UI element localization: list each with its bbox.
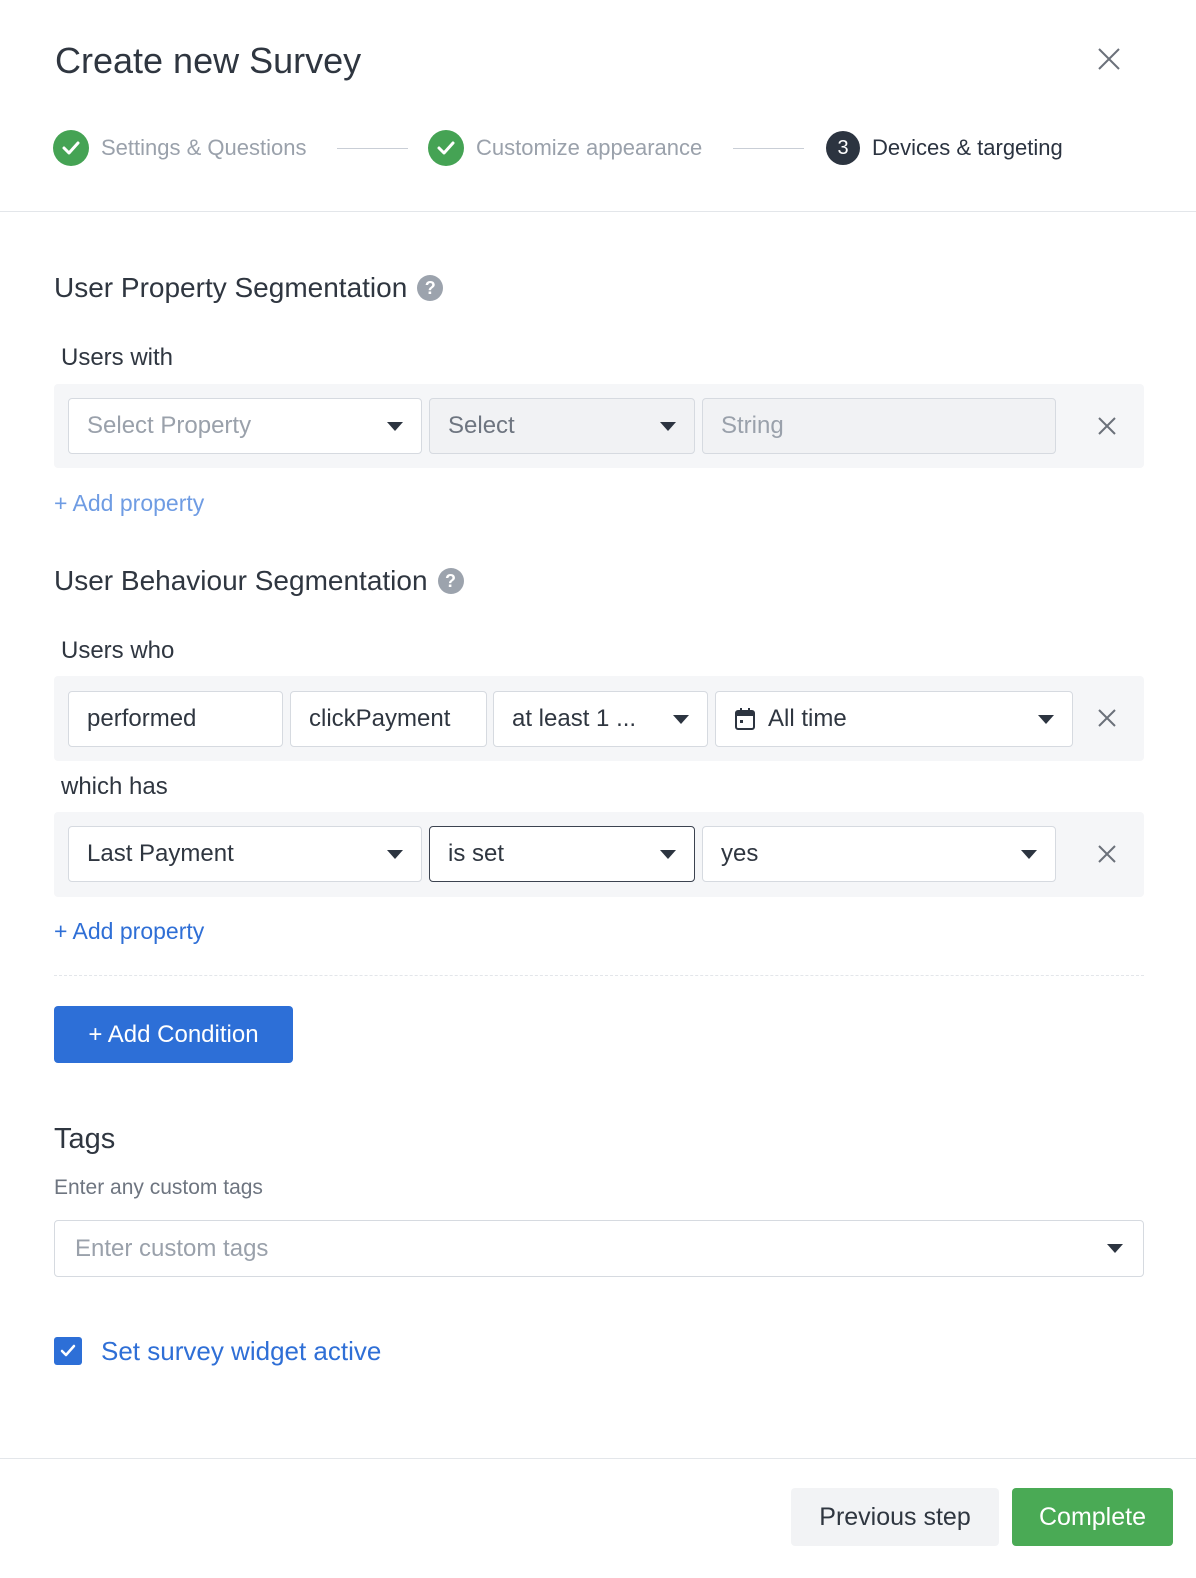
caret-down-icon <box>1107 1244 1123 1253</box>
event-property-dropdown[interactable]: Last Payment <box>68 826 422 882</box>
tags-placeholder: Enter custom tags <box>75 1234 269 1262</box>
property-segmentation-title: User Property Segmentation ? <box>54 272 444 304</box>
event-field[interactable]: clickPayment <box>290 691 487 747</box>
remove-which-has-close-icon[interactable] <box>1096 843 1118 865</box>
tags-title: Tags <box>54 1123 116 1155</box>
operator-text: Select <box>448 412 515 439</box>
modal-title: Create new Survey <box>55 40 362 81</box>
check-icon <box>428 130 464 166</box>
frequency-dropdown[interactable]: at least 1 ... <box>493 691 708 747</box>
tags-input[interactable]: Enter custom tags <box>54 1220 1144 1277</box>
tags-subtitle: Enter any custom tags <box>54 1176 263 1199</box>
which-has-label: which has <box>61 773 168 800</box>
step-connector <box>733 148 804 149</box>
caret-down-icon <box>1038 714 1054 724</box>
add-event-property-link[interactable]: + Add property <box>54 918 204 945</box>
footer-divider <box>0 1458 1196 1459</box>
step-settings-questions[interactable]: Settings & Questions <box>53 128 306 168</box>
active-checkbox[interactable] <box>54 1337 82 1365</box>
action-text: performed <box>87 705 197 732</box>
caret-down-icon <box>660 849 676 859</box>
step-devices-targeting[interactable]: 3 Devices & targeting <box>826 128 1063 168</box>
checkbox-check-icon <box>60 1344 76 1357</box>
step-label: Devices & targeting <box>872 135 1063 160</box>
active-checkbox-label[interactable]: Set survey widget active <box>101 1336 381 1367</box>
users-who-label: Users who <box>61 637 175 664</box>
caret-down-icon <box>660 421 676 431</box>
event-operator-text: is set <box>448 840 505 867</box>
help-icon[interactable]: ? <box>437 568 464 594</box>
value-input[interactable]: String <box>702 398 1056 454</box>
step-customize-appearance[interactable]: Customize appearance <box>428 128 702 168</box>
header-divider <box>0 211 1196 212</box>
caret-down-icon <box>1021 849 1037 859</box>
time-range-dropdown[interactable]: All time <box>715 691 1073 747</box>
select-property-text: Select Property <box>87 412 252 439</box>
previous-step-button[interactable]: Previous step <box>791 1488 999 1546</box>
step-connector <box>337 148 408 149</box>
add-property-link[interactable]: + Add property <box>54 490 204 517</box>
section-title-text: User Behaviour Segmentation <box>54 565 428 596</box>
operator-dropdown[interactable]: Select <box>429 398 695 454</box>
select-property-dropdown[interactable]: Select Property <box>68 398 422 454</box>
event-property-text: Last Payment <box>87 840 234 867</box>
help-icon[interactable]: ? <box>417 275 444 301</box>
section-divider <box>54 975 1144 976</box>
frequency-text: at least 1 ... <box>512 705 637 732</box>
remove-behaviour-close-icon[interactable] <box>1096 707 1118 729</box>
event-text: clickPayment <box>309 705 451 732</box>
section-title-text: User Property Segmentation <box>54 272 408 303</box>
event-value-text: yes <box>721 840 759 867</box>
check-icon <box>53 130 89 166</box>
caret-down-icon <box>387 421 403 431</box>
add-condition-button[interactable]: + Add Condition <box>54 1006 293 1063</box>
caret-down-icon <box>387 849 403 859</box>
action-field[interactable]: performed <box>68 691 283 747</box>
close-icon[interactable] <box>1094 44 1124 74</box>
event-value-dropdown[interactable]: yes <box>702 826 1056 882</box>
behaviour-segmentation-title: User Behaviour Segmentation ? <box>54 565 464 597</box>
complete-button[interactable]: Complete <box>1012 1488 1173 1546</box>
step-number: 3 <box>826 131 860 165</box>
time-range-text: All time <box>768 705 847 732</box>
event-operator-dropdown[interactable]: is set <box>429 826 695 882</box>
value-input-text: String <box>721 412 784 439</box>
caret-down-icon <box>673 714 689 724</box>
remove-property-close-icon[interactable] <box>1096 415 1118 437</box>
users-with-label: Users with <box>61 344 174 371</box>
step-label: Customize appearance <box>476 135 703 160</box>
calendar-icon <box>734 707 756 731</box>
step-label: Settings & Questions <box>101 135 307 160</box>
